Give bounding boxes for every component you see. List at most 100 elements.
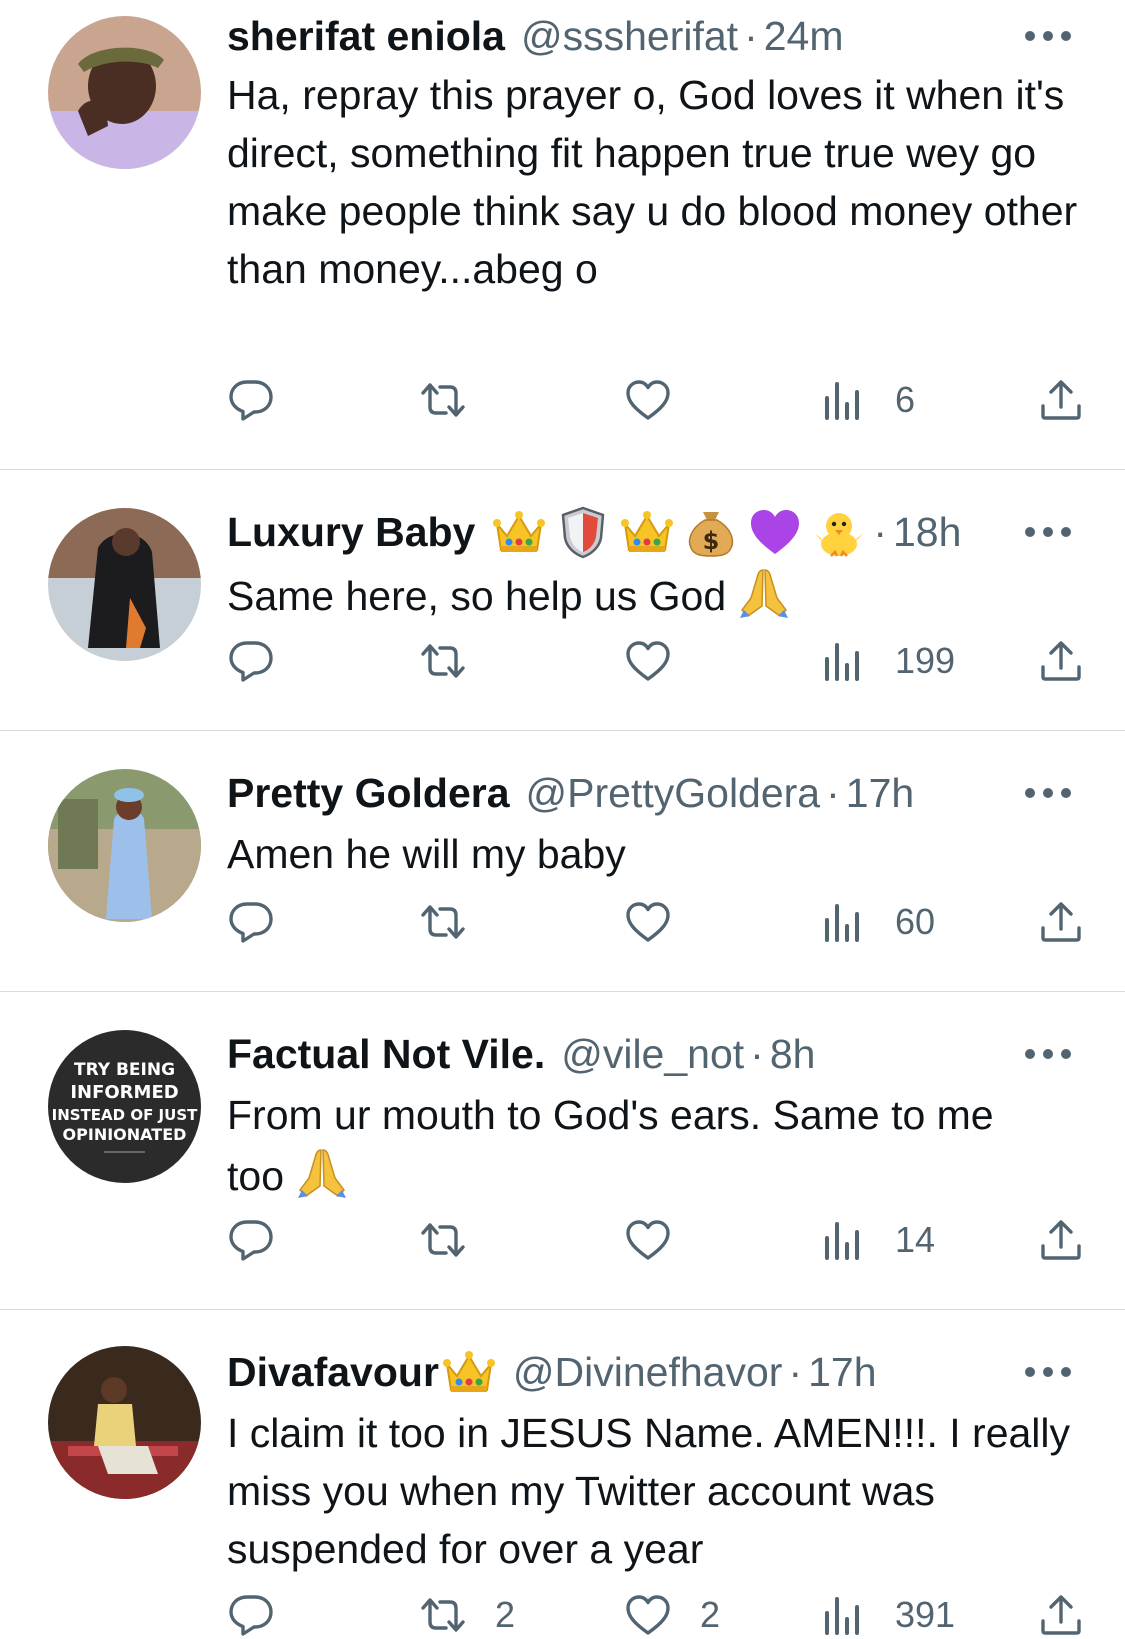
reply-icon	[227, 1591, 275, 1639]
avatar-photo	[48, 508, 201, 661]
reply-button[interactable]	[227, 1212, 275, 1268]
author-name[interactable]: sherifat eniola	[227, 8, 505, 64]
views-icon	[819, 1591, 867, 1639]
timestamp[interactable]: 8h	[770, 1026, 816, 1082]
folded-hands-emoji	[294, 1144, 350, 1200]
separator-dot: ·	[873, 509, 887, 555]
tweet-header: Pretty Goldera @PrettyGoldera · 17h	[227, 765, 914, 821]
share-button[interactable]	[1037, 1587, 1085, 1639]
timestamp[interactable]: 17h	[846, 765, 914, 821]
tweet[interactable]: Luxury Baby · 18h Same here, so help us …	[0, 470, 1125, 731]
retweet-icon	[419, 637, 467, 685]
reply-icon	[227, 898, 275, 946]
timestamp[interactable]: 24m	[764, 8, 844, 64]
like-button[interactable]	[624, 1212, 672, 1268]
views-count: 60	[895, 901, 936, 942]
avatar-photo: TRY BEING INFORMED INSTEAD OF JUST OPINI…	[48, 1030, 201, 1183]
share-icon	[1037, 1591, 1085, 1639]
separator-dot: ·	[826, 770, 840, 816]
reply-icon	[227, 1216, 275, 1264]
separator-dot: ·	[788, 1349, 803, 1395]
chick-emoji	[811, 504, 867, 560]
views-icon	[819, 898, 867, 946]
retweet-button[interactable]	[419, 894, 467, 950]
author-name[interactable]: Factual Not Vile.	[227, 1026, 545, 1082]
retweet-button[interactable]	[419, 633, 467, 689]
crown-emoji	[619, 504, 675, 560]
like-count: 2	[700, 1594, 721, 1635]
tweet[interactable]: Pretty Goldera @PrettyGoldera · 17h Amen…	[0, 731, 1125, 992]
retweet-button[interactable]	[419, 1212, 467, 1268]
like-button[interactable]	[624, 894, 672, 950]
like-button[interactable]	[624, 372, 672, 428]
author-name[interactable]: Divafavour	[227, 1344, 439, 1400]
folded-hands-emoji	[736, 564, 792, 620]
views-button[interactable]: 14	[819, 1212, 935, 1268]
separator-dot: ·	[750, 1031, 764, 1077]
avatar-text-line: INSTEAD OF JUST	[52, 1106, 198, 1124]
views-button[interactable]: 199	[819, 633, 955, 689]
tweet[interactable]: Divafavour @Divinefhavor · 17h I claim i…	[0, 1310, 1125, 1639]
views-count: 391	[895, 1594, 956, 1635]
action-bar: 6	[227, 372, 1087, 428]
views-button[interactable]: 6	[819, 372, 915, 428]
avatar[interactable]	[48, 16, 201, 169]
action-bar: 14	[227, 1212, 1087, 1268]
author-handle[interactable]: @vile_not	[561, 1026, 744, 1082]
crown-emoji	[441, 1344, 497, 1400]
more-options-icon[interactable]	[1025, 26, 1071, 46]
views-count: 14	[895, 1219, 936, 1260]
author-name[interactable]: Pretty Goldera	[227, 765, 510, 821]
views-count: 6	[895, 379, 916, 420]
retweet-button[interactable]	[419, 372, 467, 428]
reply-button[interactable]	[227, 372, 275, 428]
share-icon	[1037, 637, 1085, 685]
avatar[interactable]	[48, 508, 201, 661]
avatar-text-line: TRY BEING	[74, 1060, 175, 1080]
author-handle[interactable]: @sssherifat	[521, 8, 738, 64]
reply-button[interactable]	[227, 894, 275, 950]
reply-button[interactable]	[227, 633, 275, 689]
more-options-icon[interactable]	[1025, 1362, 1071, 1382]
heart-icon	[624, 1591, 672, 1639]
share-button[interactable]	[1037, 633, 1085, 689]
share-icon	[1037, 1216, 1085, 1264]
tweet-text: From ur mouth to God's ears. Same to me …	[227, 1086, 1027, 1205]
views-button[interactable]: 391	[819, 1587, 955, 1639]
heart-icon	[624, 1216, 672, 1264]
reply-icon	[227, 376, 275, 424]
share-button[interactable]	[1037, 1212, 1085, 1268]
like-button[interactable]: 2	[624, 1587, 720, 1639]
avatar[interactable]	[48, 769, 201, 922]
heart-icon	[624, 898, 672, 946]
retweet-button[interactable]: 2	[419, 1587, 515, 1639]
timestamp[interactable]: 17h	[808, 1344, 876, 1400]
reply-button[interactable]	[227, 1587, 275, 1639]
author-handle[interactable]: @PrettyGoldera	[526, 765, 821, 821]
like-button[interactable]	[624, 633, 672, 689]
tweet-text: Same here, so help us God	[227, 564, 1107, 625]
retweet-icon	[419, 1216, 467, 1264]
avatar-text-line: OPINIONATED	[63, 1125, 187, 1144]
tweet[interactable]: TRY BEING INFORMED INSTEAD OF JUST OPINI…	[0, 992, 1125, 1310]
more-options-icon[interactable]	[1025, 783, 1071, 803]
shield-emoji	[555, 504, 611, 560]
avatar[interactable]	[48, 1346, 201, 1499]
views-icon	[819, 376, 867, 424]
crown-emoji	[491, 504, 547, 560]
timestamp[interactable]: 18h	[893, 504, 961, 560]
views-button[interactable]: 60	[819, 894, 935, 950]
share-icon	[1037, 376, 1085, 424]
tweet-text: Ha, repray this prayer o, God loves it w…	[227, 72, 1078, 292]
more-options-icon[interactable]	[1025, 522, 1071, 542]
reply-icon	[227, 637, 275, 685]
tweet[interactable]: sherifat eniola @sssherifat · 24m Ha, re…	[0, 0, 1125, 470]
avatar[interactable]: TRY BEING INFORMED INSTEAD OF JUST OPINI…	[48, 1030, 201, 1183]
share-icon	[1037, 898, 1085, 946]
author-name[interactable]: Luxury Baby	[227, 504, 475, 560]
author-handle[interactable]: @Divinefhavor	[513, 1344, 783, 1400]
action-bar: 199	[227, 633, 1087, 689]
share-button[interactable]	[1037, 372, 1085, 428]
share-button[interactable]	[1037, 894, 1085, 950]
more-options-icon[interactable]	[1025, 1044, 1071, 1064]
